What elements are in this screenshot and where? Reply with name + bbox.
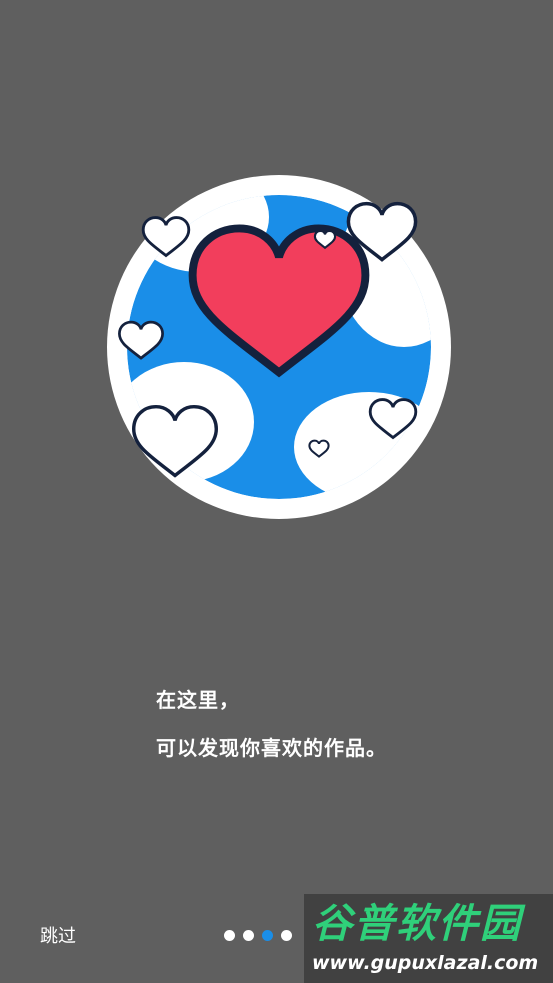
page-dot-2[interactable] <box>243 930 254 941</box>
watermark-title: 谷普软件园 <box>312 901 522 947</box>
skip-button[interactable]: 跳过 <box>40 922 76 948</box>
caption-subline: 可以发现你喜欢的作品。 <box>156 736 387 760</box>
onboarding-caption: 在这里， 可以发现你喜欢的作品。 <box>156 688 387 760</box>
hearts-illustration <box>107 175 451 519</box>
page-dot-1[interactable] <box>224 930 235 941</box>
hero-illustration <box>104 172 454 522</box>
page-indicator <box>224 930 292 941</box>
caption-headline: 在这里， <box>156 688 240 712</box>
watermark-url: www.gupuxlazal.com <box>312 952 539 974</box>
watermark: 谷普软件园 www.gupuxlazal.com <box>304 894 553 983</box>
page-dot-3[interactable] <box>262 930 273 941</box>
page-dot-4[interactable] <box>281 930 292 941</box>
